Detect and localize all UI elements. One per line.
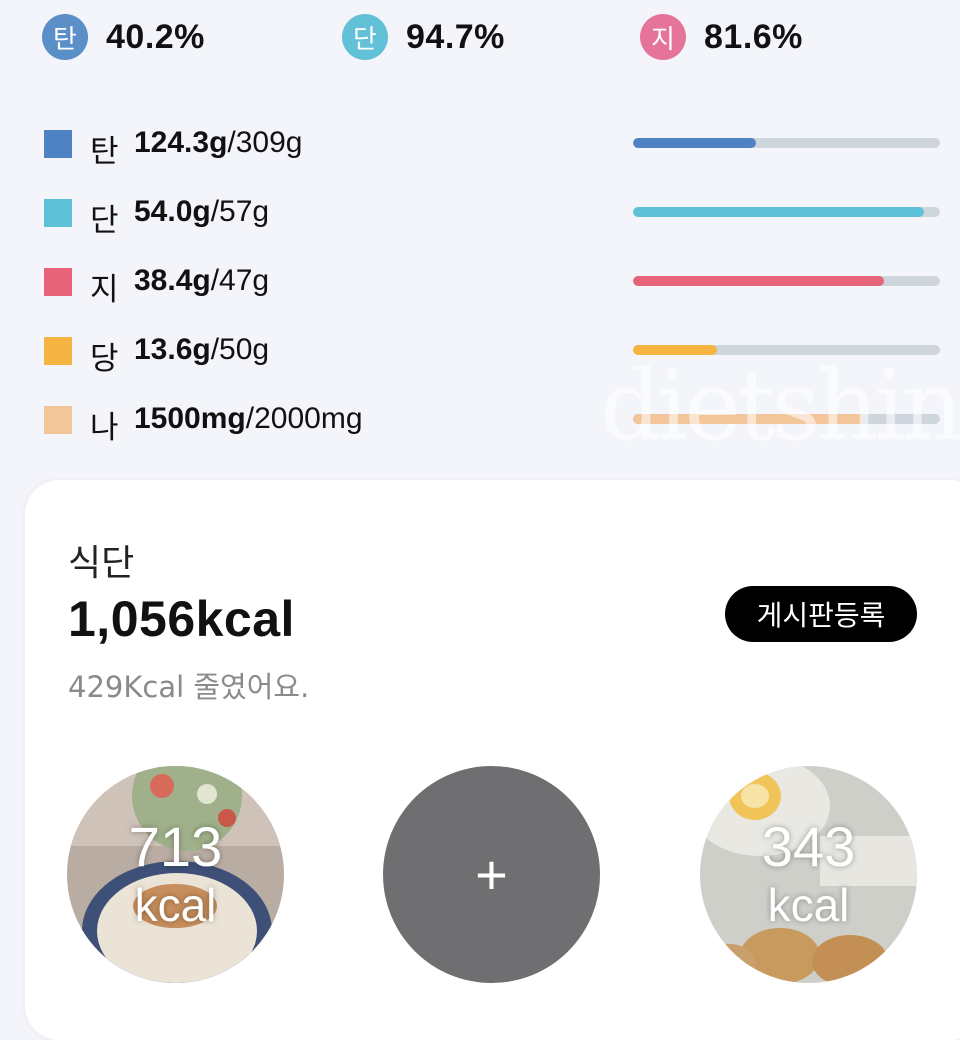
nutrient-progress-bar (633, 345, 940, 355)
nutrient-label: 탄 (90, 134, 119, 170)
meal-kcal-unit: kcal (767, 878, 850, 931)
nutrient-amount: 38.4g/47g (134, 264, 269, 298)
nutrient-amount: 124.3g/309g (134, 126, 302, 160)
nutrient-row-sugar: 당 13.6g/50g (44, 329, 940, 398)
add-meal-button[interactable]: + (383, 766, 600, 983)
fat-percent: 81.6% (704, 17, 803, 56)
board-register-button[interactable]: 게시판등록 (725, 586, 917, 642)
summary-carb: 탄 40.2% (42, 14, 205, 60)
meal-kcal-value: 713 (128, 814, 223, 878)
carb-badge: 탄 (42, 14, 88, 60)
carb-percent: 40.2% (106, 17, 205, 56)
fat-badge: 지 (640, 14, 686, 60)
nutrient-progress-bar (633, 414, 940, 424)
progress-fill (633, 138, 757, 148)
kcal-reduced-note: 429Kcal 줄였어요. (68, 670, 310, 704)
carb-swatch (44, 130, 72, 158)
nutrient-progress-bar (633, 138, 940, 148)
summary-fat: 지 81.6% (640, 14, 803, 60)
nutrient-label: 나 (90, 410, 119, 446)
progress-fill (633, 345, 717, 355)
meal-photo-1[interactable]: 713 kcal (67, 766, 284, 983)
nutrient-row-fat: 지 38.4g/47g (44, 260, 940, 329)
protein-badge: 단 (342, 14, 388, 60)
protein-swatch (44, 199, 72, 227)
nutrient-list: 탄 124.3g/309g 단 54.0g/57g 지 38.4g/47g 당 … (44, 122, 940, 467)
nutrient-current: 54.0g (134, 195, 211, 228)
nutrient-target: /2000mg (245, 402, 363, 435)
nutrient-amount: 54.0g/57g (134, 195, 269, 229)
nutrient-row-carb: 탄 124.3g/309g (44, 122, 940, 191)
nutrient-current: 1500mg (134, 402, 246, 435)
plus-icon: + (475, 842, 508, 906)
meal-kcal-value: 343 (761, 814, 856, 878)
macro-summary: 탄 40.2% 단 94.7% 지 81.6% (42, 14, 922, 60)
meal-card: 식단 1,056kcal 429Kcal 줄였어요. 게시판등록 713 kca… (25, 480, 960, 1040)
nutrient-label: 단 (90, 203, 119, 239)
total-kcal: 1,056kcal (68, 591, 295, 647)
progress-fill (633, 276, 884, 286)
nutrient-current: 13.6g (134, 333, 211, 366)
nutrient-amount: 1500mg/2000mg (134, 402, 363, 436)
nutrient-target: /47g (210, 264, 270, 297)
meal-photo-3[interactable]: 343 kcal (700, 766, 917, 983)
progress-fill (633, 414, 864, 424)
protein-percent: 94.7% (406, 17, 505, 56)
summary-protein: 단 94.7% (342, 14, 505, 60)
sodium-swatch (44, 406, 72, 434)
nutrient-amount: 13.6g/50g (134, 333, 269, 367)
nutrient-row-sodium: 나 1500mg/2000mg (44, 398, 940, 467)
nutrient-label: 지 (90, 272, 119, 308)
nutrient-current: 124.3g (134, 126, 228, 159)
nutrient-target: /50g (210, 333, 270, 366)
fat-swatch (44, 268, 72, 296)
progress-fill (633, 207, 924, 217)
nutrient-label: 당 (90, 341, 119, 377)
nutrient-target: /309g (227, 126, 303, 159)
card-title: 식단 (68, 543, 135, 584)
nutrient-progress-bar (633, 276, 940, 286)
meal-kcal-unit: kcal (134, 878, 217, 931)
nutrient-current: 38.4g (134, 264, 211, 297)
sugar-swatch (44, 337, 72, 365)
nutrient-target: /57g (210, 195, 270, 228)
nutrient-row-protein: 단 54.0g/57g (44, 191, 940, 260)
nutrient-progress-bar (633, 207, 940, 217)
